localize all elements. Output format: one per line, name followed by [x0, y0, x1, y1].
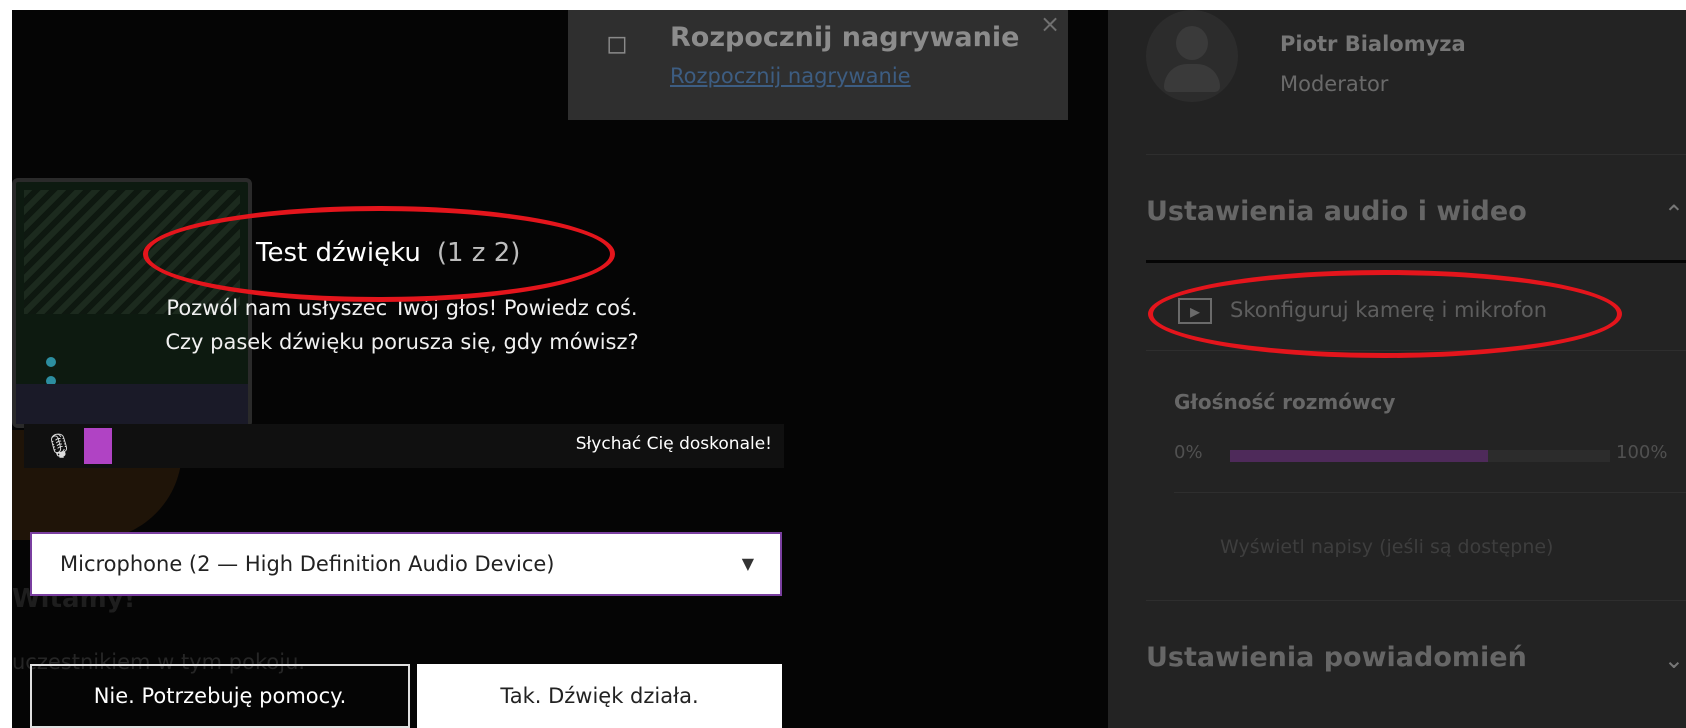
- audio-level-fill: [84, 428, 112, 464]
- volume-min-label: 0%: [1174, 442, 1203, 463]
- user-role: Moderator: [1280, 72, 1389, 96]
- need-help-button[interactable]: Nie. Potrzebuję pomocy.: [30, 664, 410, 728]
- divider: [1146, 600, 1686, 601]
- divider: [1146, 350, 1686, 351]
- audio-test-question: Czy pasek dźwięku porusza się, gdy mówis…: [165, 330, 639, 354]
- configure-camera-mic-button[interactable]: Skonfiguruj kamerę i mikrofon: [1230, 298, 1547, 322]
- microphone-icon: 🎙: [44, 432, 75, 460]
- notification-settings-heading[interactable]: Ustawienia powiadomień: [1146, 642, 1527, 673]
- microphone-select[interactable]: Microphone (2 — High Definition Audio De…: [30, 532, 782, 596]
- microphone-select-value: Microphone (2 — High Definition Audio De…: [60, 552, 555, 576]
- sidebar-panel: Piotr Bialomyza Moderator Ustawienia aud…: [1108, 10, 1686, 728]
- audio-video-settings-heading[interactable]: Ustawienia audio i wideo: [1146, 196, 1527, 227]
- speaker-volume-slider[interactable]: [1230, 450, 1610, 462]
- audio-test-instruction: Pozwól nam usłyszeć Twój głos! Powiedz c…: [166, 296, 638, 320]
- chevron-down-icon[interactable]: ⌄: [1664, 646, 1684, 674]
- audio-meter-status: Słychać Cię doskonale!: [575, 434, 772, 454]
- camera-mic-icon[interactable]: ▸: [1178, 298, 1212, 324]
- user-name: Piotr Bialomyza: [1280, 32, 1466, 56]
- chevron-up-icon[interactable]: ⌃: [1664, 200, 1684, 228]
- divider: [1146, 154, 1686, 155]
- divider: [1174, 492, 1686, 493]
- show-captions-toggle[interactable]: Wyświetl napisy (jeśli są dostępne): [1220, 536, 1553, 558]
- recording-title: Rozpocznij nagrywanie: [670, 22, 1020, 53]
- camera-icon: ◻: [606, 29, 628, 59]
- main-stage: Witamy! uczestnikiem w tym pokoju. ◻ Roz…: [12, 10, 1108, 728]
- audio-test-title: Test dźwięku (1 z 2): [256, 238, 520, 268]
- avatar-icon: [1176, 26, 1208, 60]
- speaker-volume-fill: [1230, 450, 1489, 462]
- speaker-volume-label: Głośność rozmówcy: [1174, 390, 1396, 414]
- audio-level-meter: 🎙 Słychać Cię doskonale!: [24, 424, 784, 468]
- avatar: [1146, 10, 1238, 102]
- audio-works-button[interactable]: Tak. Dźwięk działa.: [417, 664, 782, 728]
- caret-down-icon: ▼: [741, 554, 754, 573]
- volume-max-label: 100%: [1616, 442, 1668, 463]
- start-recording-link[interactable]: Rozpocznij nagrywanie: [670, 64, 911, 88]
- audio-test-heading: Test dźwięku: [256, 238, 421, 268]
- close-icon[interactable]: ×: [1040, 10, 1060, 38]
- recording-notification: ◻ Rozpocznij nagrywanie Rozpocznij nagry…: [568, 10, 1068, 120]
- audio-test-step: (1 z 2): [436, 238, 521, 268]
- section-divider: [1146, 260, 1686, 263]
